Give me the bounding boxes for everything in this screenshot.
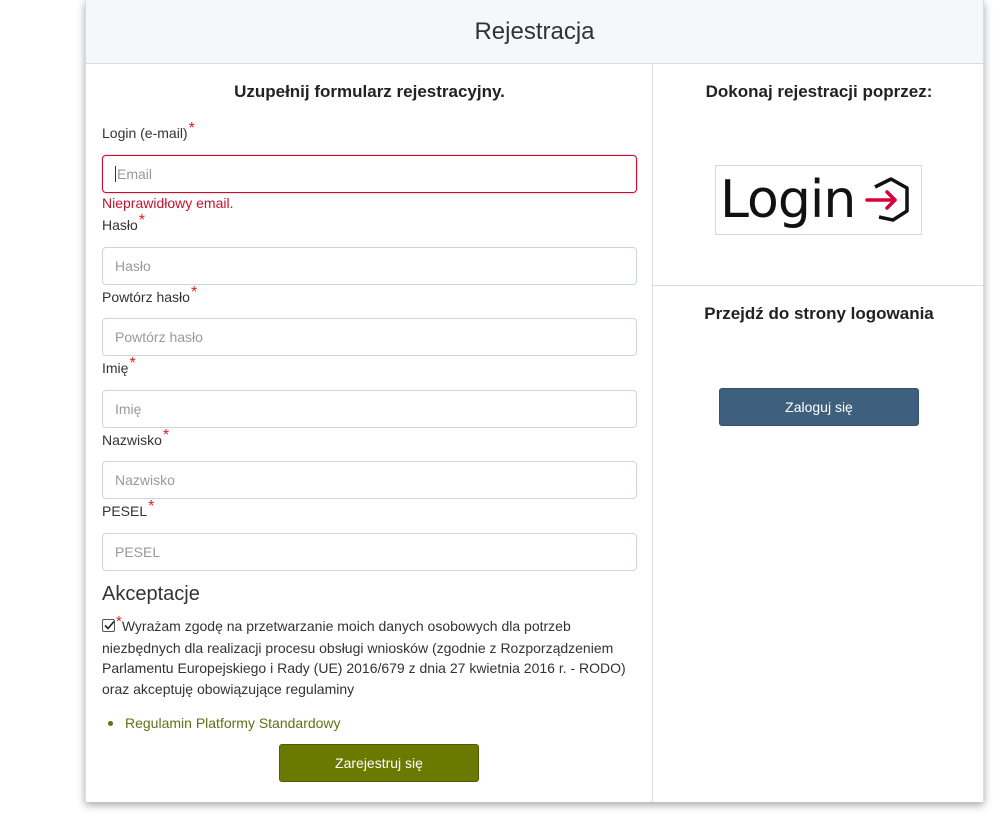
login-label-text: Login (e-mail)	[102, 125, 188, 141]
password-placeholder: Hasło	[115, 258, 151, 274]
registration-form-column: Uzupełnij formularz rejestracyjny. Login…	[86, 64, 653, 802]
pesel-field[interactable]: PESEL	[102, 533, 637, 571]
required-mark: *	[129, 355, 136, 372]
register-button[interactable]: Zarejestruj się	[279, 744, 479, 782]
consent-checkbox[interactable]	[102, 619, 115, 632]
pesel-label-text: PESEL	[102, 503, 148, 519]
bullet-icon	[108, 720, 113, 726]
required-mark: *	[162, 427, 170, 444]
last-name-label-text: Nazwisko	[102, 432, 162, 448]
text-caret	[115, 166, 116, 182]
list-item[interactable]: Regulamin Platformy Standardowy	[108, 715, 341, 731]
email-placeholder: Email	[117, 166, 153, 182]
goto-login-title: Przejdź do strony logowania	[704, 304, 934, 323]
first-name-field-label: Imię*	[102, 355, 136, 378]
pesel-field-label: PESEL*	[102, 498, 154, 521]
register-via-title: Dokonaj rejestracji poprzez:	[705, 82, 933, 101]
last-name-field-label: Nazwisko*	[102, 427, 169, 450]
first-name-field[interactable]: Imię	[102, 390, 637, 428]
pesel-placeholder: PESEL	[115, 544, 161, 560]
page-title: Rejestracja	[86, 0, 983, 64]
password-field-label: Hasło*	[102, 212, 145, 235]
regulation-link[interactable]: Regulamin Platformy Standardowy	[125, 715, 341, 731]
email-error-message: Nieprawidłowy email.	[102, 195, 234, 211]
email-field[interactable]: Email	[102, 155, 637, 193]
alternative-login-column: Dokonaj rejestracji poprzez: Login Przej…	[653, 64, 985, 802]
repeat-password-placeholder: Powtórz hasło	[115, 329, 203, 345]
first-name-label-text: Imię	[102, 360, 129, 376]
password-label-text: Hasło	[102, 217, 138, 233]
last-name-field[interactable]: Nazwisko	[102, 461, 637, 499]
required-mark: *	[190, 284, 198, 301]
login-provider-button[interactable]: Login	[715, 165, 922, 235]
login-arrow-icon	[865, 177, 910, 222]
consent-text-block: *Wyrażam zgodę na przetwarzanie moich da…	[102, 613, 632, 699]
first-name-placeholder: Imię	[115, 401, 142, 417]
checkmark-icon	[104, 620, 115, 630]
acceptance-heading: Akceptacje	[102, 583, 200, 605]
regulations-list: Regulamin Platformy Standardowy	[108, 715, 341, 731]
last-name-placeholder: Nazwisko	[115, 472, 175, 488]
consent-text: Wyrażam zgodę na przetwarzanie moich dan…	[102, 618, 626, 697]
required-mark: *	[148, 498, 155, 515]
required-mark: *	[188, 120, 195, 137]
login-button[interactable]: Zaloguj się	[719, 388, 919, 426]
repeat-password-field-label: Powtórz hasło*	[102, 284, 197, 307]
external-provider-section: Dokonaj rejestracji poprzez: Login	[653, 64, 985, 286]
login-field-label: Login (e-mail)*	[102, 120, 195, 143]
form-title: Uzupełnij formularz rejestracyjny.	[234, 82, 505, 101]
required-mark: *	[116, 613, 122, 630]
login-logo-text: Login	[720, 170, 856, 230]
registration-card: Rejestracja Uzupełnij formularz rejestra…	[85, 0, 985, 802]
password-field[interactable]: Hasło	[102, 247, 637, 285]
repeat-password-field[interactable]: Powtórz hasło	[102, 318, 637, 356]
repeat-password-label-text: Powtórz hasło	[102, 289, 190, 305]
required-mark: *	[138, 212, 146, 229]
